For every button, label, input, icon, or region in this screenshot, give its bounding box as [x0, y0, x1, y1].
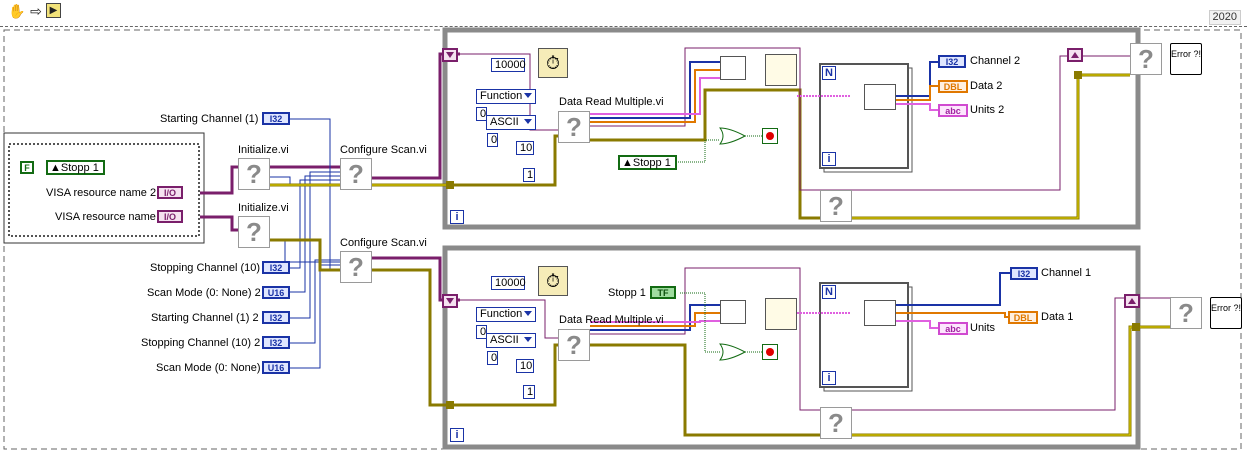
- stopping-channel-2-control[interactable]: I32: [262, 336, 290, 349]
- loop1-channel-indicator[interactable]: I32: [938, 55, 966, 68]
- stopping-channel-2-label: Stopping Channel (10) 2: [141, 337, 261, 349]
- loop2-units-label: Units: [970, 322, 996, 334]
- loop2-array-function[interactable]: [765, 298, 797, 330]
- close-2-subvi[interactable]: ?: [1170, 297, 1202, 329]
- wait-metronome-icon[interactable]: ⏱: [538, 266, 568, 296]
- data-read-2-label: Data Read Multiple.vi: [559, 314, 664, 326]
- data-read-2-subvi[interactable]: ?: [558, 329, 590, 361]
- chevron-down-icon: [524, 93, 532, 98]
- loop1-for-count[interactable]: N: [822, 66, 836, 80]
- data-read-1-subvi[interactable]: ?: [558, 111, 590, 143]
- starting-channel-2-label: Starting Channel (1) 2: [151, 312, 259, 324]
- chevron-down-icon: [524, 337, 532, 342]
- loop2-one[interactable]: 1: [523, 385, 535, 399]
- starting-channel-control[interactable]: I32: [262, 112, 290, 125]
- loop1-channel-label: Channel 2: [970, 55, 1021, 67]
- visa1-control[interactable]: I/O: [157, 210, 183, 223]
- loop2-channel-indicator[interactable]: I32: [1010, 267, 1038, 280]
- loop1-one[interactable]: 1: [523, 168, 535, 182]
- configure-2-label: Configure Scan.vi: [340, 237, 427, 249]
- close-1-subvi[interactable]: ?: [1130, 43, 1162, 75]
- configure-1-label: Configure Scan.vi: [340, 144, 427, 156]
- loop1-unbundle[interactable]: [864, 84, 896, 110]
- loop2-stop-label: Stopp 1: [608, 287, 646, 299]
- loop2-units-indicator[interactable]: abc: [938, 322, 968, 335]
- stopping-channel-label: Stopping Channel (10): [150, 262, 261, 274]
- chevron-down-icon: [524, 311, 532, 316]
- loop1-timer-constant[interactable]: 10000: [491, 58, 526, 72]
- data-read-1-label: Data Read Multiple.vi: [559, 96, 664, 108]
- loop2-data-indicator[interactable]: DBL: [1008, 311, 1038, 324]
- loop1-iteration: i: [450, 210, 464, 224]
- loop1-data-indicator[interactable]: DBL: [938, 80, 968, 93]
- scan-mode-control[interactable]: U16: [262, 361, 290, 374]
- loop2-channel-label: Channel 1: [1041, 267, 1092, 279]
- error-tunnels: [446, 71, 1140, 409]
- wait-metronome-icon[interactable]: ⏱: [538, 48, 568, 78]
- local-arrow-icon: ▲: [50, 162, 61, 174]
- diagram-border: [3, 29, 1242, 450]
- starting-channel-2-control[interactable]: I32: [262, 311, 290, 324]
- loop1-array-function[interactable]: [765, 54, 797, 86]
- error-wire-highlight: [270, 74, 1170, 436]
- loop1-function-enum[interactable]: Function: [476, 89, 536, 104]
- loop1-build-array[interactable]: [720, 56, 746, 80]
- local-arrow-icon: ▲: [622, 157, 633, 169]
- loop1-ten[interactable]: 10: [516, 141, 534, 155]
- loop1-stop-terminal[interactable]: [762, 128, 778, 144]
- visa2-control[interactable]: I/O: [157, 186, 183, 199]
- loop2-ten[interactable]: 10: [516, 359, 534, 373]
- loop2-for-iter: i: [822, 371, 836, 385]
- initialize-2-subvi[interactable]: ?: [238, 216, 270, 248]
- loop2-data-label: Data 1: [1041, 311, 1074, 323]
- loop2-ascii-enum[interactable]: ASCII: [486, 333, 536, 348]
- configure-1-subvi[interactable]: ?: [340, 158, 372, 190]
- loop1-units-indicator[interactable]: abc: [938, 104, 968, 117]
- visa-wire-2: [200, 215, 238, 232]
- initialize-1-label: Initialize.vi: [238, 144, 289, 156]
- loop2-stop-terminal[interactable]: [762, 344, 778, 360]
- loop1-for-iter: i: [822, 152, 836, 166]
- stopping-channel-control[interactable]: I32: [262, 261, 290, 274]
- loop2-iteration: i: [450, 428, 464, 442]
- loop1-zero-b[interactable]: 0: [487, 133, 498, 147]
- loop1-stop-local[interactable]: ▲Stopp 1: [618, 155, 677, 170]
- wiring-canvas: [3, 27, 1242, 450]
- loop2-build-array[interactable]: [720, 300, 746, 324]
- loop2-unbundle[interactable]: [864, 300, 896, 326]
- stop-local-variable[interactable]: ▲Stopp 1: [46, 160, 105, 175]
- loop2-timer-constant[interactable]: 10000: [491, 276, 526, 290]
- loop2-bottom-subvi[interactable]: ?: [820, 407, 852, 439]
- scan-mode-2-label: Scan Mode (0: None) 2: [147, 287, 261, 299]
- visa2-label: VISA resource name 2: [46, 187, 157, 199]
- loop2-function-enum[interactable]: Function: [476, 307, 536, 322]
- visa1-label: VISA resource name: [55, 211, 156, 223]
- initialize-1-subvi[interactable]: ?: [238, 158, 270, 190]
- loop1-ascii-enum[interactable]: ASCII: [486, 115, 536, 130]
- stop-false-constant[interactable]: F: [20, 161, 34, 174]
- or-gates: [719, 127, 747, 361]
- error-2-subvi[interactable]: Error ?!: [1210, 297, 1242, 329]
- loop2-zero-b[interactable]: 0: [487, 351, 498, 365]
- loop1-data-label: Data 2: [970, 80, 1003, 92]
- configure-2-subvi[interactable]: ?: [340, 251, 372, 283]
- loop1-bottom-subvi[interactable]: ?: [820, 190, 852, 222]
- loop1-units-label: Units 2: [970, 104, 1005, 116]
- starting-channel-label: Starting Channel (1): [160, 113, 259, 125]
- error-1-subvi[interactable]: Error ?!: [1170, 43, 1202, 75]
- initialize-2-label: Initialize.vi: [238, 202, 289, 214]
- loop2-stop-control[interactable]: TF: [650, 286, 676, 299]
- error-wires: [270, 73, 1170, 437]
- scan-mode-2-control[interactable]: U16: [262, 286, 290, 299]
- chevron-down-icon: [524, 119, 532, 124]
- loop2-for-count[interactable]: N: [822, 285, 836, 299]
- scan-mode-label: Scan Mode (0: None): [156, 362, 261, 374]
